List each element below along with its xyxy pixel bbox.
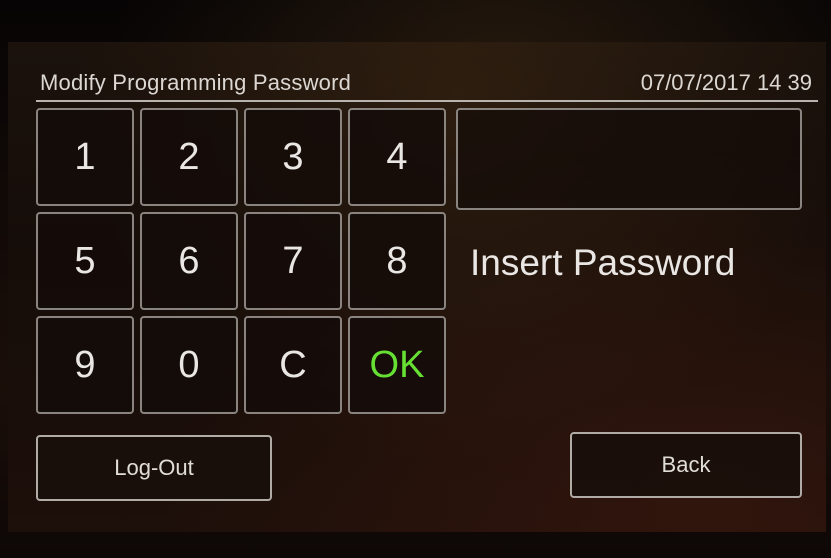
key-ok[interactable]: OK bbox=[348, 316, 446, 414]
back-button[interactable]: Back bbox=[570, 432, 802, 498]
title-bar: Modify Programming Password 07/07/2017 1… bbox=[36, 66, 818, 102]
logout-button[interactable]: Log-Out bbox=[36, 435, 272, 501]
numeric-keypad: 1 2 3 4 5 6 7 8 9 0 C OK bbox=[36, 108, 456, 420]
key-7[interactable]: 7 bbox=[244, 212, 342, 310]
key-2[interactable]: 2 bbox=[140, 108, 238, 206]
date-time: 07/07/2017 14 39 bbox=[640, 70, 812, 95]
touch-screen: Modify Programming Password 07/07/2017 1… bbox=[8, 42, 826, 532]
password-display bbox=[456, 108, 802, 210]
key-4[interactable]: 4 bbox=[348, 108, 446, 206]
key-8[interactable]: 8 bbox=[348, 212, 446, 310]
page-title: Modify Programming Password bbox=[40, 70, 352, 95]
key-9[interactable]: 9 bbox=[36, 316, 134, 414]
key-6[interactable]: 6 bbox=[140, 212, 238, 310]
key-1[interactable]: 1 bbox=[36, 108, 134, 206]
key-5[interactable]: 5 bbox=[36, 212, 134, 310]
key-0[interactable]: 0 bbox=[140, 316, 238, 414]
insert-password-prompt: Insert Password bbox=[470, 242, 736, 283]
key-3[interactable]: 3 bbox=[244, 108, 342, 206]
key-clear[interactable]: C bbox=[244, 316, 342, 414]
photo-frame: Modify Programming Password 07/07/2017 1… bbox=[0, 0, 831, 558]
